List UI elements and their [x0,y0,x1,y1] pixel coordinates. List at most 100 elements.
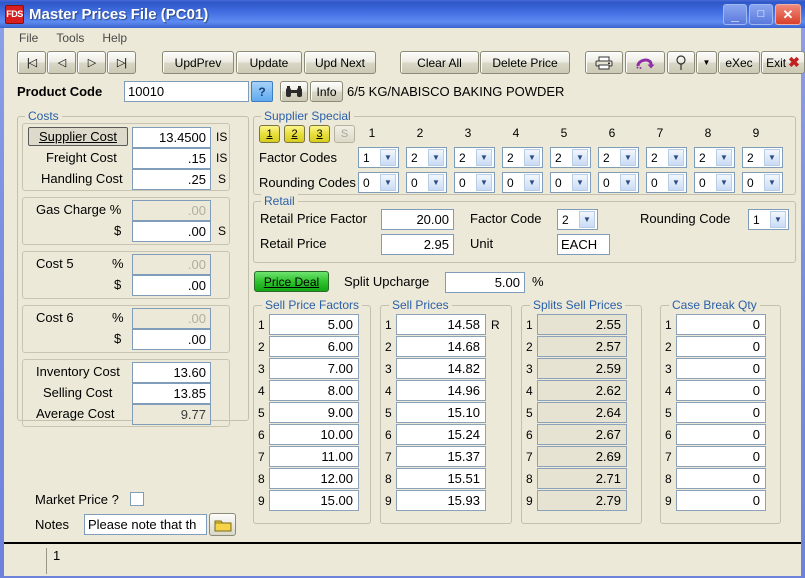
rounding-code-combo-8[interactable]: 0 ▼ [694,172,735,193]
price-deal-button[interactable]: Price Deal [254,271,329,292]
sell-price-factor-input-2[interactable]: 6.00 [269,336,359,357]
retail-factor-code-combo[interactable]: 2 ▼ [557,209,598,230]
factor-code-combo-2[interactable]: 2 ▼ [406,147,447,168]
chevron-down-icon: ▼ [524,174,540,191]
case-break-qty-input-7[interactable]: 0 [676,446,766,467]
sell-price-factor-input-6[interactable]: 10.00 [269,424,359,445]
supplier-special-button-2[interactable]: 2 [284,125,305,143]
cost5-dollar-input[interactable]: .00 [132,275,211,296]
info-button[interactable]: Info [310,81,343,102]
factor-code-combo-8[interactable]: 2 ▼ [694,147,735,168]
chevron-down-icon: ▼ [380,149,396,166]
help-button[interactable]: ? [251,81,273,102]
factor-code-combo-3[interactable]: 2 ▼ [454,147,495,168]
minimize-button[interactable]: _ [723,3,747,25]
sell-price-input-3[interactable]: 14.82 [396,358,486,379]
product-code-input[interactable]: 10010 [124,81,249,102]
handling-cost-input[interactable]: .25 [132,169,211,190]
sell-price-input-2[interactable]: 14.68 [396,336,486,357]
rounding-code-combo-2[interactable]: 0 ▼ [406,172,447,193]
menu-file[interactable]: File [10,29,47,47]
clear-all-button[interactable]: Clear All [400,51,479,74]
nav-next-button[interactable]: ▷ [77,51,106,74]
rounding-code-combo-5[interactable]: 0 ▼ [550,172,591,193]
rounding-code-combo-3[interactable]: 0 ▼ [454,172,495,193]
case-break-qty-input-4[interactable]: 0 [676,380,766,401]
case-break-qty-input-3[interactable]: 0 [676,358,766,379]
retail-unit-input[interactable]: EACH [557,234,610,255]
upd-next-button[interactable]: Upd Next [304,51,376,74]
print-button[interactable] [585,51,623,74]
sell-price-factor-input-7[interactable]: 11.00 [269,446,359,467]
dropdown-button[interactable]: ▼ [696,51,717,74]
rounding-code-combo-7[interactable]: 0 ▼ [646,172,687,193]
supplier-cost-input[interactable]: 13.4500 [132,127,211,148]
supplier-special-button-3[interactable]: 3 [309,125,330,143]
menu-help[interactable]: Help [93,29,136,47]
folder-icon [214,518,232,532]
upd-prev-button[interactable]: UpdPrev [162,51,234,74]
sell-price-input-1[interactable]: 14.58 [396,314,486,335]
sell-price-input-7[interactable]: 15.37 [396,446,486,467]
sell-price-factor-input-9[interactable]: 15.00 [269,490,359,511]
supplier-cost-label[interactable]: Supplier Cost [28,127,128,146]
sell-price-input-8[interactable]: 15.51 [396,468,486,489]
delete-price-button[interactable]: Delete Price [480,51,570,74]
sell-price-input-9[interactable]: 15.93 [396,490,486,511]
maximize-button[interactable]: □ [749,3,773,25]
sell-price-factor-input-3[interactable]: 7.00 [269,358,359,379]
notes-open-button[interactable] [209,513,236,536]
exit-button[interactable]: Exit ✖ [761,51,805,74]
selling-cost-input[interactable]: 13.85 [132,383,211,404]
factor-code-combo-6[interactable]: 2 ▼ [598,147,639,168]
factor-code-combo-7[interactable]: 2 ▼ [646,147,687,168]
sell-price-factor-input-5[interactable]: 9.00 [269,402,359,423]
exec-button[interactable]: eXec [718,51,760,74]
nav-last-button[interactable]: ▷| [107,51,136,74]
case-break-qty-input-5[interactable]: 0 [676,402,766,423]
sell-price-input-4[interactable]: 14.96 [396,380,486,401]
menu-tools[interactable]: Tools [47,29,93,47]
chevron-down-icon: ▼ [764,149,780,166]
sell-price-factor-input-8[interactable]: 12.00 [269,468,359,489]
rounding-code-combo-1[interactable]: 0 ▼ [358,172,399,193]
gas-charge-dollar-input[interactable]: .00 [132,221,211,242]
retail-rounding-code-combo[interactable]: 1 ▼ [748,209,789,230]
factor-code-combo-5[interactable]: 2 ▼ [550,147,591,168]
window-controls: _ □ ✕ [723,3,801,25]
update-button[interactable]: Update [236,51,302,74]
rounding-code-combo-6[interactable]: 0 ▼ [598,172,639,193]
factor-code-combo-4[interactable]: 2 ▼ [502,147,543,168]
split-upcharge-input[interactable]: 5.00 [445,272,525,293]
factor-code-combo-1[interactable]: 1 ▼ [358,147,399,168]
close-button[interactable]: ✕ [775,3,801,25]
nav-prev-button[interactable]: ◁ [47,51,76,74]
supplier-special-button-1[interactable]: 1 [259,125,280,143]
notes-input[interactable]: Please note that th [84,514,207,535]
rounding-code-combo-4[interactable]: 0 ▼ [502,172,543,193]
retail-price-factor-input[interactable]: 20.00 [381,209,454,230]
freight-cost-input[interactable]: .15 [132,148,211,169]
inventory-cost-input[interactable]: 13.60 [132,362,211,383]
factor-code-combo-9[interactable]: 2 ▼ [742,147,783,168]
exit-x-icon: ✖ [788,54,800,70]
case-break-qty-input-1[interactable]: 0 [676,314,766,335]
sell-price-input-6[interactable]: 15.24 [396,424,486,445]
find-lamp-button[interactable] [667,51,695,74]
case-break-qty-input-2[interactable]: 0 [676,336,766,357]
sell-price-input-5[interactable]: 15.10 [396,402,486,423]
nav-first-button[interactable]: |◁ [17,51,46,74]
undo-button[interactable] [625,51,665,74]
retail-caption: Retail [261,194,298,208]
search-button[interactable] [280,81,308,102]
sell-price-factor-input-4[interactable]: 8.00 [269,380,359,401]
market-price-checkbox[interactable] [130,492,144,506]
case-break-qty-input-9[interactable]: 0 [676,490,766,511]
retail-price-input[interactable]: 2.95 [381,234,454,255]
rounding-code-combo-9[interactable]: 0 ▼ [742,172,783,193]
sell-price-factor-input-1[interactable]: 5.00 [269,314,359,335]
case-break-qty-input-6[interactable]: 0 [676,424,766,445]
case-break-qty-input-8[interactable]: 0 [676,468,766,489]
cost6-dollar-input[interactable]: .00 [132,329,211,350]
price-deal-label: Price Deal [263,274,320,289]
